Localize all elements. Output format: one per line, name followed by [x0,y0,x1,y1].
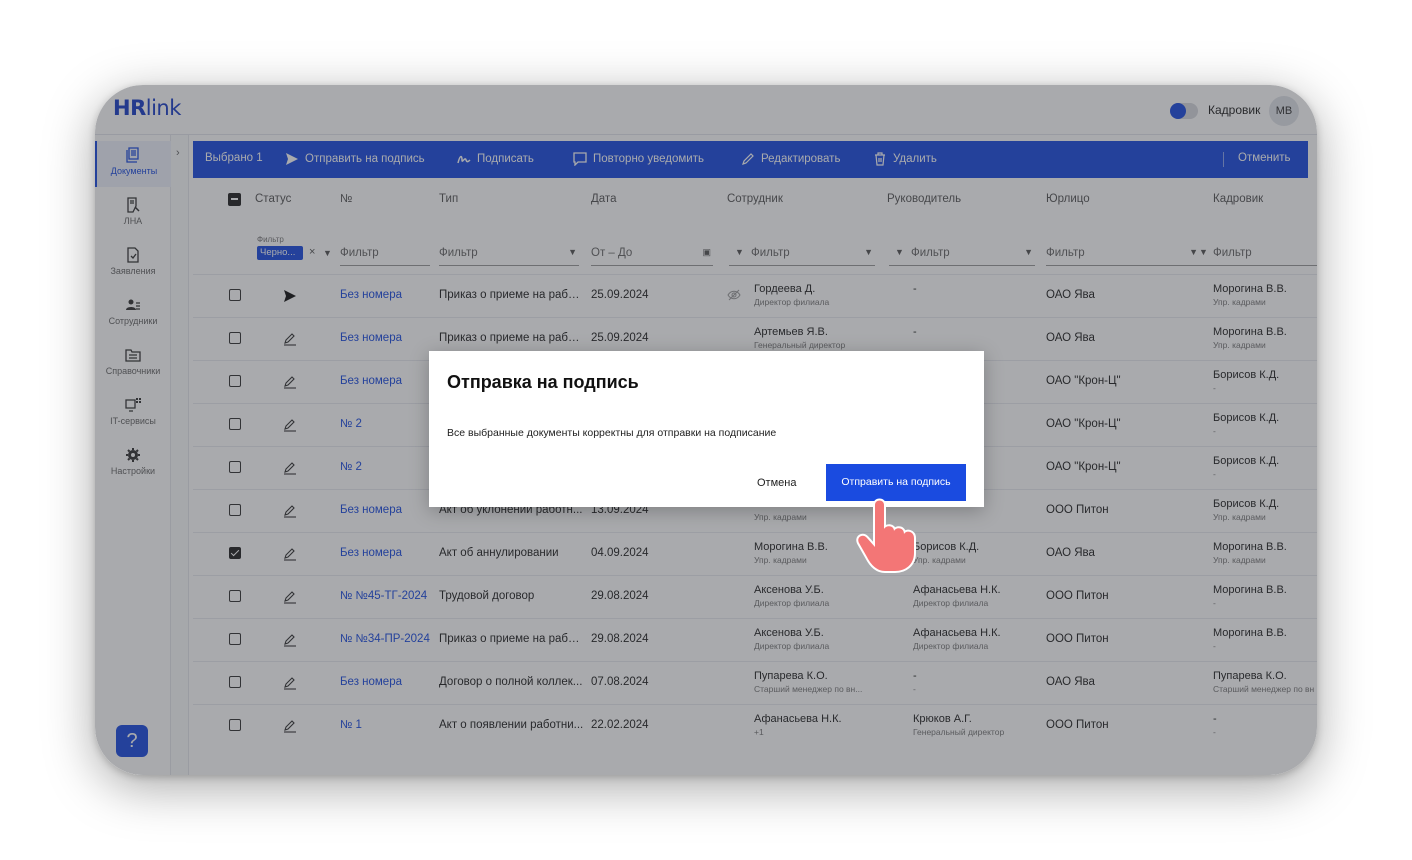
send-to-sign-dialog: Отправка на подпись Все выбранные докуме… [429,351,984,507]
app: HRlink Кадровик МВ Документы ЛНА Заявления… [95,85,1317,775]
dialog-cancel-button[interactable]: Отмена [757,477,796,489]
dialog-title: Отправка на подпись [447,372,639,392]
app-window: HRlink Кадровик МВ Документы ЛНА Заявления… [95,85,1317,775]
pointer-hand-icon [856,498,916,573]
dialog-message: Все выбранные документы корректны для от… [447,427,777,439]
